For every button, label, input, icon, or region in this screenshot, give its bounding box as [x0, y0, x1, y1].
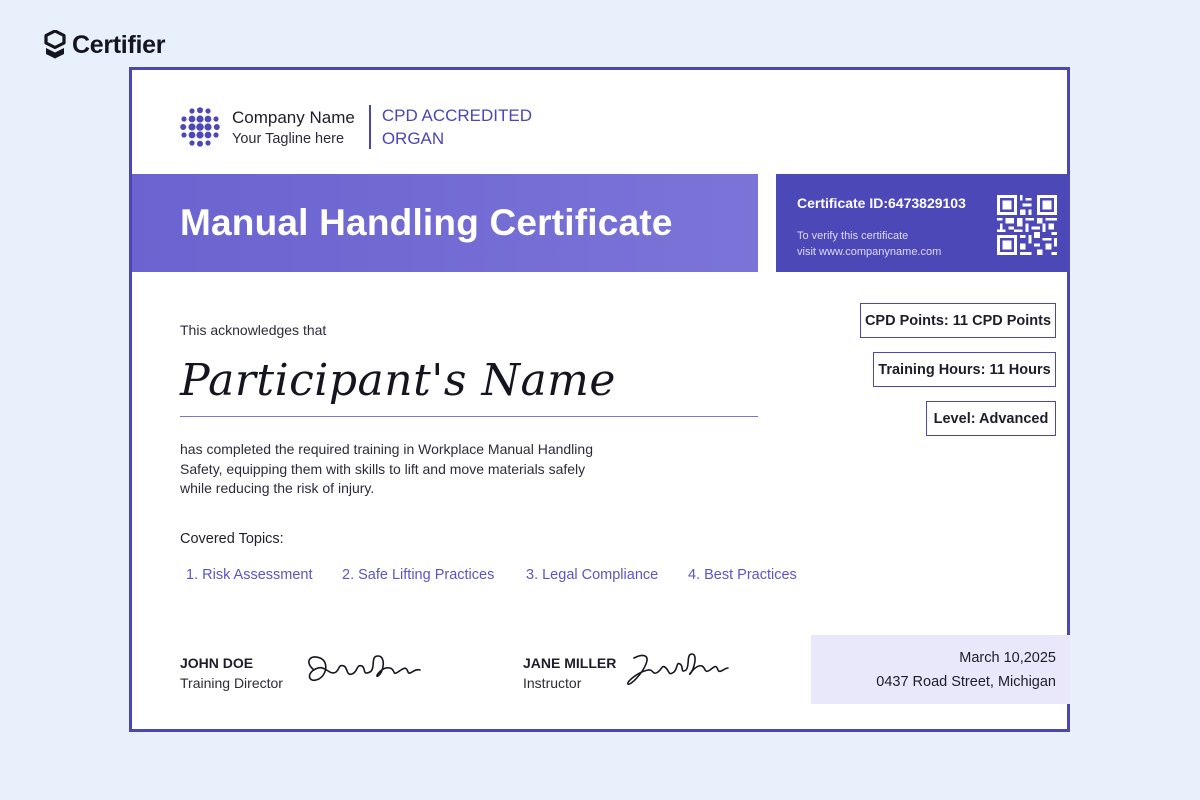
- signer-name: JOHN DOE: [180, 655, 254, 671]
- topics-label: Covered Topics:: [180, 531, 284, 547]
- company-tagline: Your Tagline here: [232, 130, 345, 147]
- company-name: Company Name: [232, 107, 355, 127]
- cpd-points-badge: CPD Points: 11 CPD Points: [860, 303, 1056, 338]
- name-underline: [180, 416, 758, 417]
- company-text: Company Name Your Tagline here: [232, 108, 355, 147]
- topic-item: 3. Legal Compliance: [526, 567, 659, 583]
- acknowledges-text: This acknowledges that: [180, 322, 327, 338]
- issue-date: March 10,2025: [959, 650, 1056, 666]
- certificate-title: Manual Handling Certificate: [180, 202, 673, 243]
- signer-block: JANE MILLER Instructor: [523, 655, 616, 691]
- company-header: Company Name Your Tagline here CPD ACCRE…: [180, 104, 542, 150]
- certificate-card: Company Name Your Tagline here CPD ACCRE…: [129, 67, 1070, 732]
- certifier-brand: Certifier: [44, 30, 165, 60]
- completion-description: has completed the required training in W…: [180, 441, 593, 496]
- verify-line-1: To verify this certificate: [797, 230, 909, 242]
- signature-image: [308, 655, 421, 682]
- accreditation-label: CPD ACCREDITED ORGAN: [381, 106, 533, 148]
- certificate-id: Certificate ID:6473829103: [797, 195, 966, 211]
- issue-address: 0437 Road Street, Michigan: [876, 674, 1056, 690]
- dotted-circle-logo-icon: [180, 107, 220, 147]
- topic-item: 2. Safe Lifting Practices: [342, 567, 495, 583]
- signer-role: Training Director: [180, 675, 283, 691]
- topic-item: 1. Risk Assessment: [186, 567, 313, 583]
- signer-name: JANE MILLER: [523, 655, 617, 671]
- verify-line-2: visit www.companyname.com: [797, 246, 942, 258]
- certifier-logo-icon: [44, 30, 66, 59]
- training-hours-badge: Training Hours: 11 Hours: [873, 352, 1056, 387]
- verify-instructions: To verify this certificate visit www.com…: [797, 228, 941, 260]
- participant-name: Participant's Name: [180, 355, 616, 406]
- certificate-id-panel: Certificate ID:6473829103 To verify this…: [776, 174, 1070, 272]
- signer-block: JOHN DOE Training Director: [180, 655, 283, 691]
- title-banner: Manual Handling Certificate: [132, 174, 758, 272]
- header-divider: [368, 105, 371, 149]
- qr-code-icon: [997, 195, 1057, 255]
- level-badge: Level: Advanced: [926, 401, 1056, 436]
- brand-name: Certifier: [72, 30, 166, 59]
- signer-role: Instructor: [523, 675, 582, 691]
- signature-image: [627, 653, 729, 685]
- topic-item: 4. Best Practices: [688, 567, 797, 583]
- date-location-box: March 10,2025 0437 Road Street, Michigan: [811, 635, 1070, 704]
